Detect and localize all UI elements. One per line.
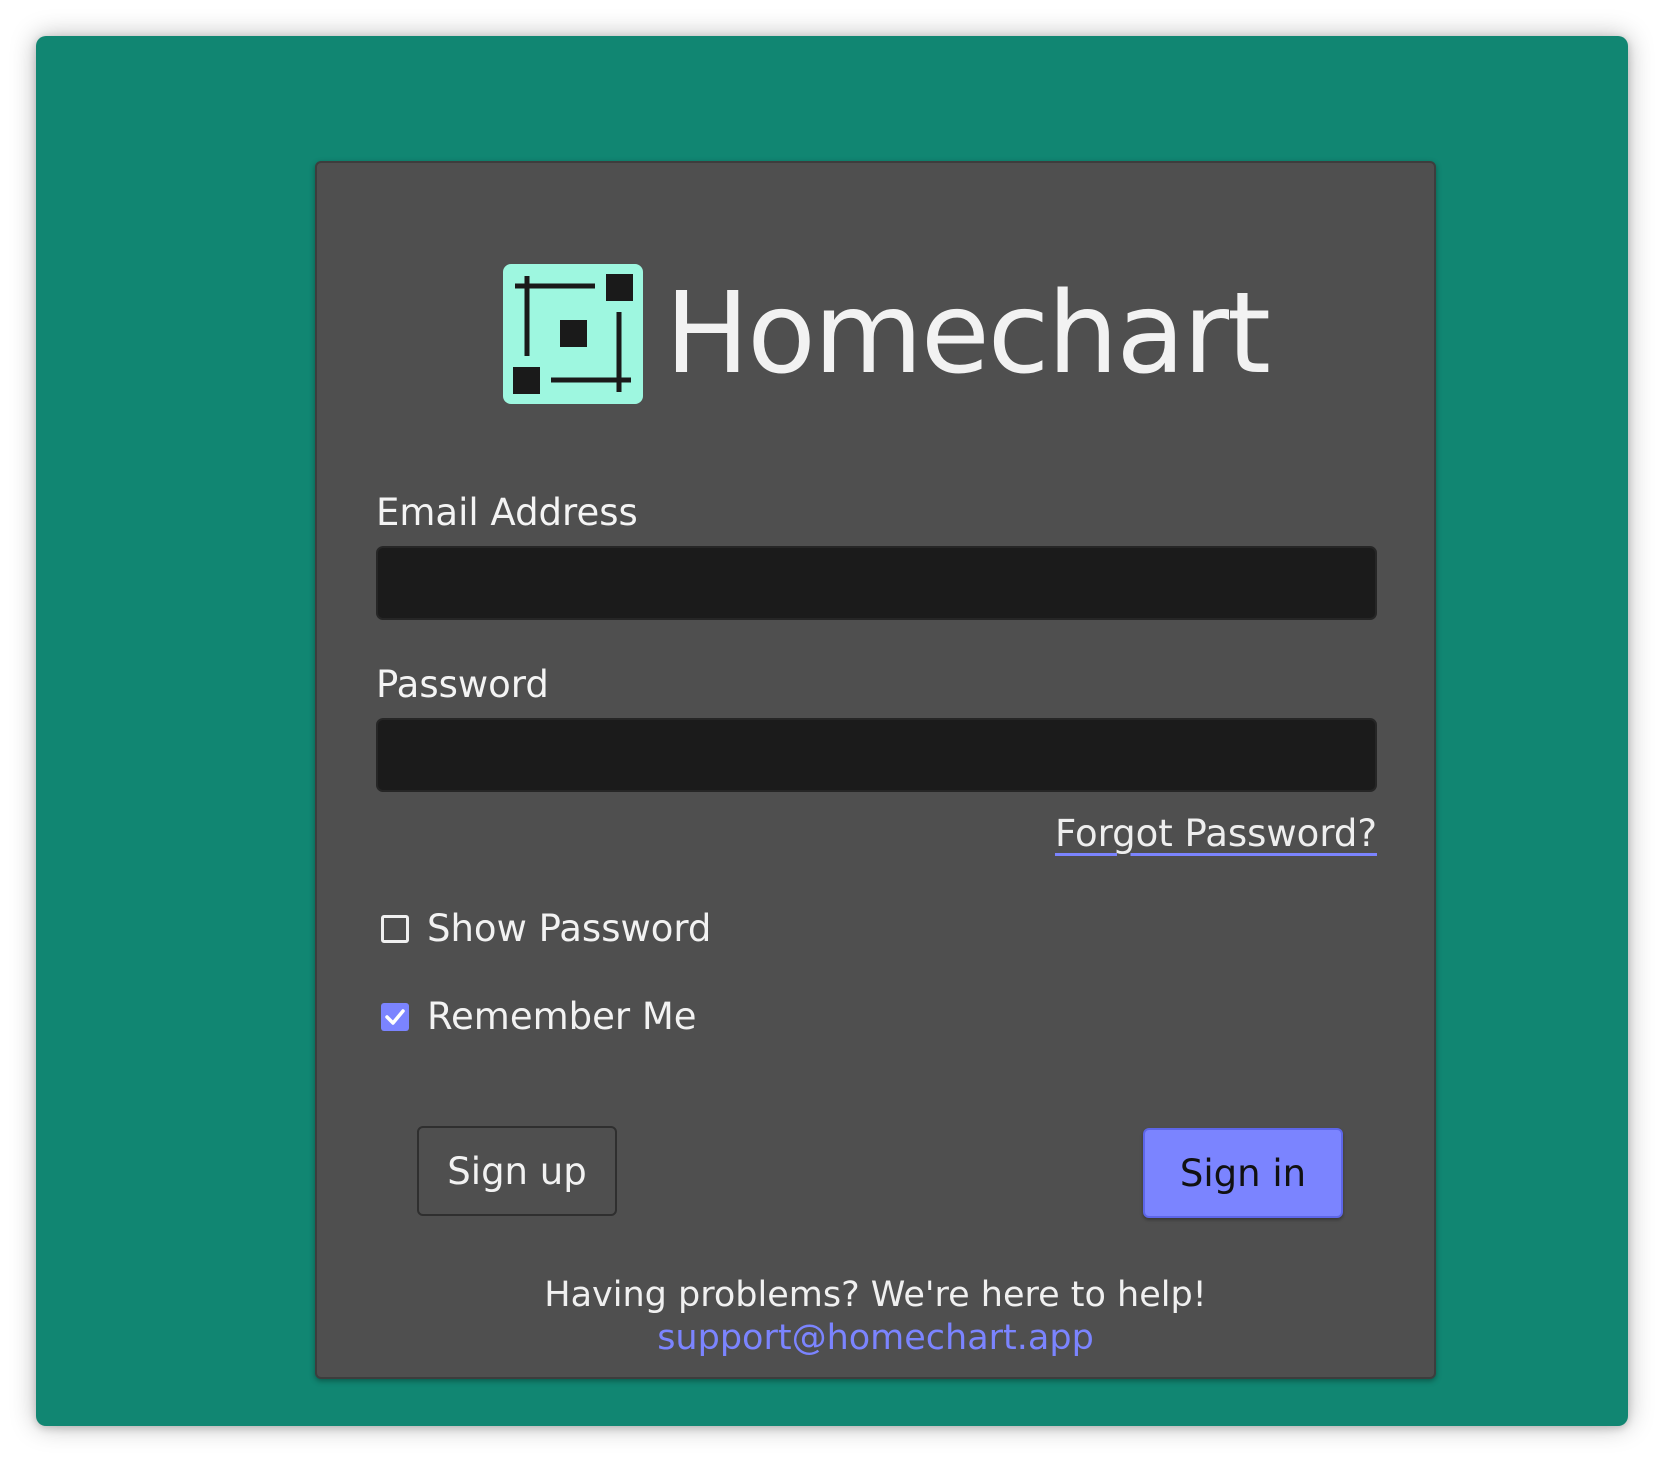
logo: Homechart bbox=[503, 263, 1271, 405]
forgot-password-link[interactable]: Forgot Password? bbox=[1055, 812, 1377, 855]
show-password-label: Show Password bbox=[427, 907, 712, 950]
sign-in-button[interactable]: Sign in bbox=[1143, 1128, 1343, 1218]
app-name: Homechart bbox=[665, 269, 1271, 399]
email-field[interactable] bbox=[376, 546, 1377, 620]
show-password-checkbox[interactable] bbox=[381, 914, 409, 943]
password-label: Password bbox=[376, 663, 549, 706]
checkmark-icon bbox=[385, 1008, 405, 1025]
remember-me-label: Remember Me bbox=[427, 995, 697, 1038]
remember-me-checkbox[interactable] bbox=[381, 1002, 409, 1031]
password-field[interactable] bbox=[376, 718, 1377, 792]
remember-me-toggle[interactable]: Remember Me bbox=[381, 995, 697, 1038]
sign-in-card: Homechart Email Address Password Forgot … bbox=[315, 161, 1436, 1379]
support-email-link[interactable]: support@homechart.app bbox=[317, 1318, 1434, 1358]
email-label: Email Address bbox=[376, 491, 638, 534]
show-password-toggle[interactable]: Show Password bbox=[381, 907, 711, 950]
homechart-logo-icon bbox=[503, 264, 643, 404]
sign-up-button[interactable]: Sign up bbox=[417, 1126, 617, 1216]
app-background: Homechart Email Address Password Forgot … bbox=[36, 36, 1628, 1426]
help-text: Having problems? We're here to help! bbox=[544, 1275, 1207, 1315]
